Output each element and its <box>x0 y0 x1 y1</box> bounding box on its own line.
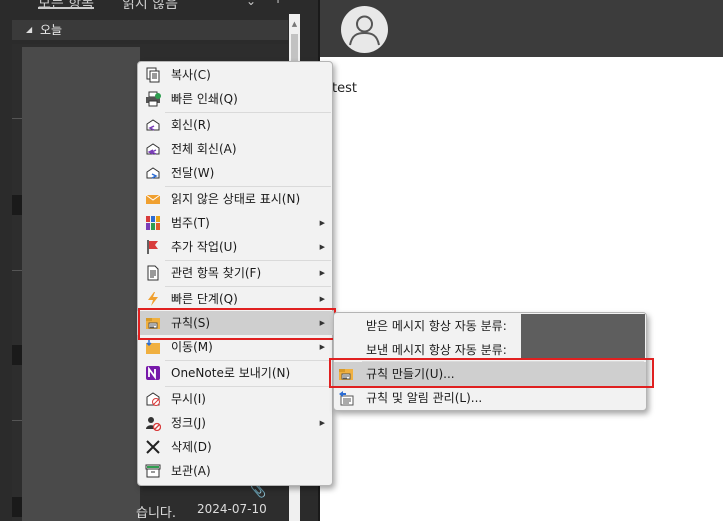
menu-item-reply-all[interactable]: 전체 회신(A) <box>137 137 333 161</box>
menu-item-label: 추가 작업(U) <box>171 240 238 254</box>
menu-item-label: 정크(J) <box>171 416 206 430</box>
highlight-box-rules <box>138 308 336 340</box>
submenu-arrow-icon: ▶ <box>319 269 325 277</box>
menu-item-send-to-onenote[interactable]: OneNote로 보내기(N) <box>137 361 333 385</box>
message-preview: 습니다. <box>136 506 177 521</box>
delete-icon <box>146 440 160 454</box>
print-icon <box>146 91 161 107</box>
menu-item-forward[interactable]: 전달(W) <box>137 161 333 185</box>
submenu-arrow-icon: ▶ <box>319 219 325 227</box>
row-marker <box>12 345 22 365</box>
flag-icon <box>147 240 158 254</box>
row-marker <box>12 497 22 517</box>
arrow-up-icon[interactable]: ↑ <box>273 0 283 6</box>
menu-item-copy[interactable]: 복사(C) <box>137 63 333 87</box>
message-date: 2024-07-10 <box>197 502 267 516</box>
menu-item-label: 관련 항목 찾기(F) <box>171 266 262 280</box>
menu-item-label: 범주(T) <box>171 216 210 230</box>
menu-item-label: 빠른 인쇄(Q) <box>171 92 238 106</box>
move-icon <box>146 340 160 354</box>
sender-avatar[interactable] <box>341 6 388 53</box>
menu-item-label: 복사(C) <box>171 68 211 82</box>
menu-item-ignore[interactable]: 무시(I) <box>137 387 333 411</box>
filter-all-tab[interactable]: 모든 항목 <box>38 0 94 13</box>
scroll-up-arrow-icon[interactable]: ▲ <box>289 18 300 30</box>
row-divider <box>12 118 22 119</box>
menu-item-mark-unread[interactable]: 읽지 않은 상태로 표시(N) <box>137 187 333 211</box>
submenu-item-label: 규칙 및 알림 관리(L)... <box>366 391 483 405</box>
menu-item-archive[interactable]: 보관(A) <box>137 459 333 483</box>
envelope-icon <box>145 194 161 204</box>
submenu-arrow-icon: ▶ <box>319 243 325 251</box>
menu-item-label: 전체 회신(A) <box>171 142 237 156</box>
row-marker <box>12 195 22 215</box>
menu-item-quick-print[interactable]: 빠른 인쇄(Q) <box>137 87 333 111</box>
group-label: 오늘 <box>40 23 63 37</box>
menu-item-label: 전달(W) <box>171 166 215 180</box>
menu-item-delete[interactable]: 삭제(D) <box>137 435 333 459</box>
menu-item-label: 보관(A) <box>171 464 211 478</box>
menu-item-label: 읽지 않은 상태로 표시(N) <box>171 192 301 206</box>
filter-unread-tab[interactable]: 읽지 않음 <box>122 0 178 13</box>
menu-item-categories[interactable]: 범주(T) ▶ <box>137 211 333 235</box>
lightning-icon <box>148 292 158 306</box>
archive-icon <box>145 464 161 478</box>
redacted-sender-area <box>521 314 645 360</box>
menu-item-label: OneNote로 보내기(N) <box>171 366 291 380</box>
menu-item-label: 무시(I) <box>171 392 206 406</box>
menu-item-find-related[interactable]: 관련 항목 찾기(F) ▶ <box>137 261 333 285</box>
menu-item-label: 삭제(D) <box>171 440 212 454</box>
reading-pane-body <box>320 57 723 521</box>
row-divider <box>12 420 22 421</box>
junk-icon <box>146 417 161 431</box>
reply-icon <box>146 119 160 131</box>
paperclip-icon: 📎 <box>250 484 267 499</box>
copy-icon <box>146 67 160 83</box>
onenote-icon <box>146 366 160 380</box>
list-filter-bar: 모든 항목 읽지 않음 ⌄ ↑ <box>0 0 300 14</box>
menu-item-junk[interactable]: 정크(J) ▶ <box>137 411 333 435</box>
message-body-text: test <box>332 81 357 96</box>
highlight-box-create-rule <box>329 358 654 388</box>
group-header-today[interactable]: ◢ 오늘 <box>12 20 288 40</box>
row-divider <box>12 270 22 271</box>
manage-rules-icon <box>339 391 354 406</box>
menu-item-follow-up[interactable]: 추가 작업(U) ▶ <box>137 235 333 259</box>
person-icon <box>349 15 380 46</box>
selected-message-item[interactable] <box>22 47 140 521</box>
collapse-triangle-icon[interactable]: ◢ <box>26 20 32 40</box>
find-related-icon <box>147 265 159 281</box>
forward-icon <box>146 167 160 179</box>
menu-item-reply[interactable]: 회신(R) <box>137 113 333 137</box>
ignore-icon <box>146 392 160 406</box>
submenu-arrow-icon: ▶ <box>319 419 325 427</box>
categories-icon <box>146 216 160 230</box>
reply-all-icon <box>146 143 160 155</box>
submenu-item-manage-rules[interactable]: 규칙 및 알림 관리(L)... <box>334 386 646 410</box>
menu-item-label: 회신(R) <box>171 118 211 132</box>
chevron-down-icon[interactable]: ⌄ <box>246 0 256 8</box>
submenu-item-label: 받은 메시지 항상 자동 분류: <box>366 319 507 333</box>
